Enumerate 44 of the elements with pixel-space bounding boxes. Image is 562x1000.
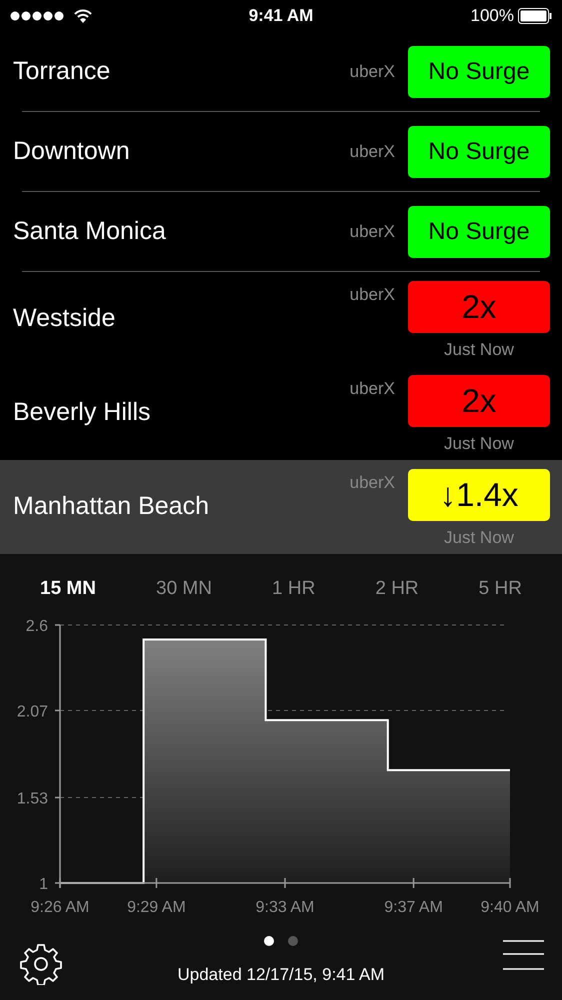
surge-badge: No Surge [408, 206, 550, 258]
x-tick-label: 9:37 AM [384, 899, 443, 916]
surge-badge: No Surge [408, 46, 550, 98]
settings-icon[interactable] [20, 943, 62, 985]
range-tab[interactable]: 5 HR [478, 572, 522, 606]
y-tick-label: 2.6 [26, 618, 48, 635]
location-name: Manhattan Beach [13, 491, 210, 522]
x-tick-label: 9:26 AM [30, 899, 90, 916]
wifi-icon [74, 9, 92, 23]
signal-icon [10, 11, 64, 21]
battery-icon [518, 8, 552, 24]
updated-time: Just Now [444, 339, 514, 361]
surge-badge: 2x [408, 281, 550, 333]
surge-badge: ↓1.4x [408, 469, 550, 521]
y-tick-label: 1 [39, 876, 48, 893]
product-label: uberX [350, 220, 395, 243]
range-tab[interactable]: 30 MN [156, 572, 212, 606]
product-label: uberX [350, 60, 395, 83]
updated-label: Updated 12/17/15, 9:41 AM [178, 964, 384, 986]
location-name: Downtown [13, 136, 131, 167]
range-tab[interactable]: 1 HR [272, 572, 316, 606]
product-label: uberX [350, 472, 395, 494]
battery-percent: 100% [470, 5, 514, 28]
product-label: uberX [350, 378, 395, 400]
updated-time: Just Now [444, 433, 514, 455]
surge-badge: No Surge [408, 126, 550, 178]
x-tick-label: 9:33 AM [256, 899, 314, 916]
updated-time: Just Now [444, 527, 514, 549]
location-name: Beverly Hills [13, 397, 152, 428]
range-tab[interactable]: 15 MN [40, 572, 96, 606]
status-time: 9:41 AM [248, 5, 314, 28]
range-tab[interactable]: 2 HR [375, 572, 419, 606]
menu-icon[interactable] [500, 939, 544, 973]
x-tick-label: 9:40 AM [480, 899, 540, 916]
y-tick-label: 1.53 [16, 790, 48, 808]
location-name: Torrance [13, 56, 112, 87]
surge-badge: 2x [408, 375, 550, 427]
x-tick-label: 9:29 AM [127, 899, 186, 916]
product-label: uberX [350, 284, 395, 306]
location-name: Santa Monica [13, 216, 167, 247]
location-name: Westside [13, 303, 116, 334]
location-row[interactable]: Manhattan Beach uberX ↓1.4x Just Now [0, 460, 562, 554]
product-label: uberX [350, 140, 395, 163]
y-tick-label: 2.07 [16, 703, 48, 720]
